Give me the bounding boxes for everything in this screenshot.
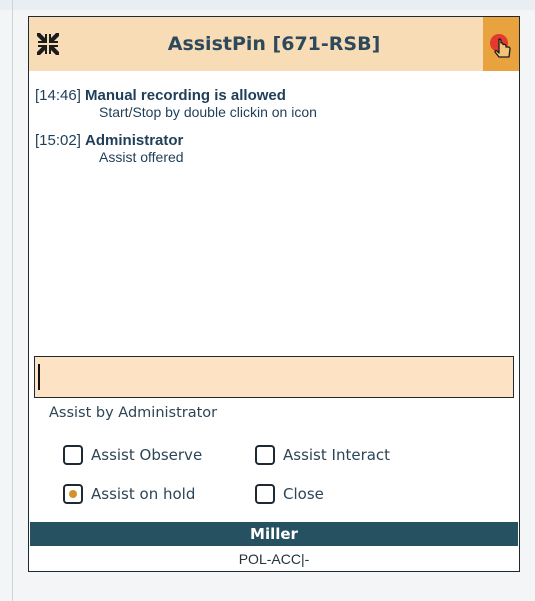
log-detail: Assist offered — [99, 149, 184, 165]
log-title: Administrator — [85, 132, 184, 149]
assist-on-hold-checkbox[interactable]: Assist on hold — [63, 482, 195, 506]
log-entry: [15:02] Administrator Assist offered — [35, 132, 505, 165]
background-divider — [12, 0, 13, 601]
assist-observe-checkbox[interactable]: Assist Observe — [63, 443, 202, 467]
window-title: AssistPin [671-RSB] — [167, 33, 381, 55]
text-cursor — [38, 364, 40, 390]
background-band — [0, 0, 535, 10]
compress-icon[interactable] — [35, 31, 61, 57]
log-entry: [14:46] Manual recording is allowed Star… — [35, 87, 505, 120]
message-input[interactable] — [34, 356, 514, 398]
checkbox-box — [63, 445, 83, 465]
message-log: [14:46] Manual recording is allowed Star… — [35, 87, 505, 177]
log-timestamp: [14:46] — [35, 87, 81, 104]
assist-heading: Assist by Administrator — [49, 405, 218, 421]
checkbox-box — [63, 484, 83, 504]
titlebar: AssistPin [671-RSB] — [29, 17, 519, 71]
close-checkbox[interactable]: Close — [255, 482, 324, 506]
option-label: Assist Interact — [283, 446, 391, 464]
option-label: Assist Observe — [91, 446, 203, 464]
log-title: Manual recording is allowed — [85, 87, 286, 104]
pin-hand-icon[interactable] — [483, 17, 519, 71]
checkbox-box — [255, 484, 275, 504]
session-code: POL-ACC|- — [238, 551, 310, 567]
option-label: Assist on hold — [91, 485, 196, 503]
option-label: Close — [283, 485, 324, 503]
assistpin-widget: AssistPin [671-RSB] [14:46] Manual recor… — [28, 16, 520, 572]
log-timestamp: [15:02] — [35, 132, 81, 149]
log-detail: Start/Stop by double clickin on icon — [99, 104, 317, 120]
checkbox-box — [255, 445, 275, 465]
user-name-bar: Miller — [30, 522, 518, 546]
assist-interact-checkbox[interactable]: Assist Interact — [255, 443, 390, 467]
